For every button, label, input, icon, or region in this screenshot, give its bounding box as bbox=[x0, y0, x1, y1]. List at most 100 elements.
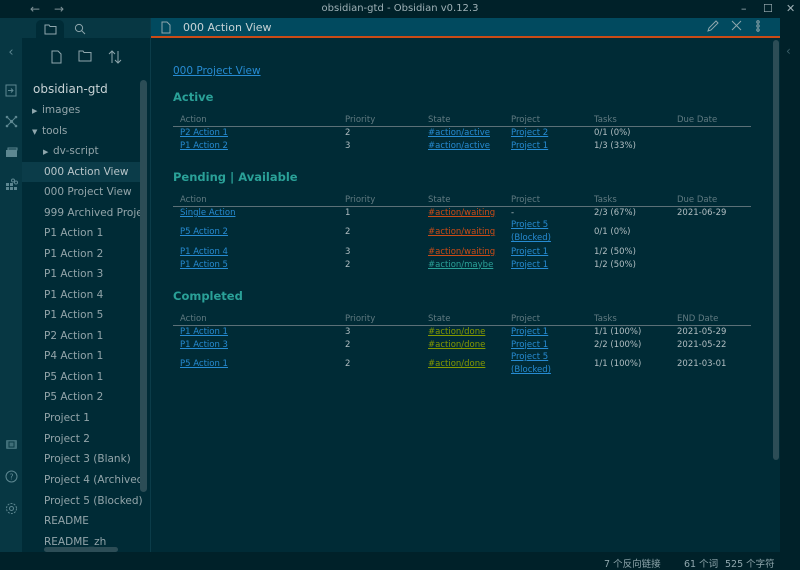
state-tag[interactable]: #action/maybe bbox=[428, 260, 493, 270]
kanban-icon[interactable] bbox=[4, 178, 18, 192]
collapse-left-icon[interactable]: ‹ bbox=[4, 46, 18, 60]
tree-folder[interactable]: ▶ dv-script bbox=[22, 141, 142, 161]
tree-file[interactable]: P4 Action 1 bbox=[22, 346, 142, 366]
caret-down-icon[interactable]: ▼ bbox=[32, 122, 42, 141]
action-link[interactable]: P1 Action 2 bbox=[180, 141, 228, 151]
tree-file[interactable]: 000 Project View bbox=[22, 182, 142, 202]
table-row: P1 Action 5 2 #action/maybe Project 1 1/2 (5… bbox=[173, 258, 751, 271]
sort-button[interactable] bbox=[107, 50, 123, 66]
state-tag[interactable]: #action/waiting bbox=[428, 208, 495, 218]
state-tag[interactable]: #action/waiting bbox=[428, 247, 495, 257]
tree-file[interactable]: P1 Action 1 bbox=[22, 223, 142, 243]
column-header: Action bbox=[173, 194, 338, 207]
open-vault-icon[interactable] bbox=[4, 84, 18, 98]
view-title[interactable]: 000 Action View bbox=[183, 21, 272, 34]
close-window-button[interactable]: ✕ bbox=[786, 2, 795, 15]
search-tab[interactable] bbox=[66, 20, 94, 38]
minimize-button[interactable]: – bbox=[741, 2, 747, 15]
project-view-link[interactable]: 000 Project View bbox=[173, 65, 261, 77]
state-tag[interactable]: #action/done bbox=[428, 340, 485, 350]
file-tree-scrollbar[interactable] bbox=[140, 80, 147, 492]
priority-value: 3 bbox=[345, 246, 351, 257]
tree-file[interactable]: README bbox=[22, 511, 142, 531]
action-link[interactable]: P2 Action 1 bbox=[180, 128, 228, 138]
editor-scrollbar[interactable] bbox=[773, 40, 779, 460]
slides-icon[interactable] bbox=[4, 147, 18, 161]
project-link[interactable]: Project 5 (Blocked) bbox=[511, 219, 571, 245]
ribbon: ‹ ? bbox=[0, 18, 22, 552]
tree-file[interactable]: Project 4 (Archived) bbox=[22, 470, 142, 490]
tree-file[interactable]: P1 Action 4 bbox=[22, 285, 142, 305]
section-table: Action Priority State Project Tasks Due Date P… bbox=[173, 114, 751, 152]
project-value: - bbox=[511, 207, 515, 218]
new-folder-button[interactable] bbox=[77, 50, 93, 66]
state-tag[interactable]: #action/active bbox=[428, 141, 490, 151]
column-header: State bbox=[421, 313, 504, 326]
tree-file[interactable]: 000 Action View bbox=[22, 162, 142, 182]
project-link[interactable]: Project 1 bbox=[511, 260, 548, 270]
action-link[interactable]: P1 Action 3 bbox=[180, 340, 228, 350]
file-explorer-tab[interactable] bbox=[36, 20, 64, 38]
column-header: Project bbox=[504, 313, 587, 326]
vault-switch-icon[interactable] bbox=[4, 439, 18, 453]
new-note-button[interactable] bbox=[48, 50, 64, 66]
tree-item-label: images bbox=[42, 104, 81, 116]
date-value: 2021-03-01 bbox=[677, 359, 727, 369]
section-table: Action Priority State Project Tasks END Date P… bbox=[173, 313, 751, 377]
table-header-row: Action Priority State Project Tasks Due Date bbox=[173, 194, 751, 207]
project-link[interactable]: Project 1 bbox=[511, 247, 548, 257]
help-icon[interactable]: ? bbox=[4, 470, 18, 484]
tasks-value: 2/3 (67%) bbox=[594, 207, 636, 218]
project-link[interactable]: Project 1 bbox=[511, 141, 548, 151]
tree-file[interactable]: Project 1 bbox=[22, 408, 142, 428]
tree-item-label: dv-script bbox=[53, 145, 99, 157]
priority-value: 3 bbox=[345, 326, 351, 337]
project-link[interactable]: Project 1 bbox=[511, 340, 548, 350]
project-link[interactable]: Project 2 bbox=[511, 128, 548, 138]
maximize-button[interactable]: ☐ bbox=[763, 2, 773, 15]
tree-file[interactable]: Project 2 bbox=[22, 429, 142, 449]
column-header: Action bbox=[173, 313, 338, 326]
graph-view-icon[interactable] bbox=[4, 115, 18, 129]
action-link[interactable]: P1 Action 5 bbox=[180, 260, 228, 270]
action-link[interactable]: P1 Action 1 bbox=[180, 327, 228, 337]
tree-file[interactable]: P2 Action 1 bbox=[22, 326, 142, 346]
tree-item-label: P1 Action 5 bbox=[44, 309, 104, 321]
tree-file[interactable]: Project 3 (Blank) bbox=[22, 449, 142, 469]
tree-file[interactable]: P5 Action 1 bbox=[22, 367, 142, 387]
panel-tab-header bbox=[22, 18, 150, 38]
tasks-value: 2/2 (100%) bbox=[594, 339, 642, 350]
close-view-icon[interactable] bbox=[731, 20, 742, 34]
tasks-value: 0/1 (0%) bbox=[594, 227, 631, 237]
state-tag[interactable]: #action/waiting bbox=[428, 227, 495, 237]
action-link[interactable]: Single Action bbox=[180, 208, 235, 218]
action-link[interactable]: P5 Action 2 bbox=[180, 227, 228, 237]
state-tag[interactable]: #action/done bbox=[428, 359, 485, 369]
tree-file[interactable]: Project 5 (Blocked) bbox=[22, 491, 142, 511]
tree-file[interactable]: P1 Action 3 bbox=[22, 264, 142, 284]
tree-file[interactable]: P1 Action 2 bbox=[22, 244, 142, 264]
tree-file[interactable]: 999 Archived Projects bbox=[22, 203, 142, 223]
tree-file[interactable]: P1 Action 5 bbox=[22, 305, 142, 325]
column-header: Priority bbox=[338, 114, 421, 127]
state-tag[interactable]: #action/done bbox=[428, 327, 485, 337]
tree-file[interactable]: P5 Action 2 bbox=[22, 387, 142, 407]
project-link[interactable]: Project 1 bbox=[511, 327, 548, 337]
priority-value: 2 bbox=[345, 127, 351, 138]
edit-icon[interactable] bbox=[707, 20, 719, 35]
backlinks-count[interactable]: 7 个反向链接 bbox=[604, 556, 661, 570]
more-options-icon[interactable] bbox=[756, 20, 760, 35]
state-tag[interactable]: #action/active bbox=[428, 128, 490, 138]
caret-right-icon[interactable]: ▶ bbox=[32, 101, 42, 120]
caret-right-icon[interactable]: ▶ bbox=[43, 142, 53, 161]
action-link[interactable]: P1 Action 4 bbox=[180, 247, 228, 257]
file-explorer-panel: obsidian-gtd ▶ images ▼ tools ▶ dv-script 000 … bbox=[22, 18, 150, 552]
tree-item-label: 000 Project View bbox=[44, 186, 132, 198]
expand-right-icon[interactable]: ‹ bbox=[786, 44, 791, 58]
tree-folder[interactable]: ▶ images bbox=[22, 100, 142, 120]
project-link[interactable]: Project 5 (Blocked) bbox=[511, 351, 571, 377]
action-link[interactable]: P5 Action 1 bbox=[180, 359, 228, 369]
column-header: Action bbox=[173, 114, 338, 127]
settings-icon[interactable] bbox=[4, 502, 18, 516]
tree-folder[interactable]: ▼ tools bbox=[22, 121, 142, 141]
